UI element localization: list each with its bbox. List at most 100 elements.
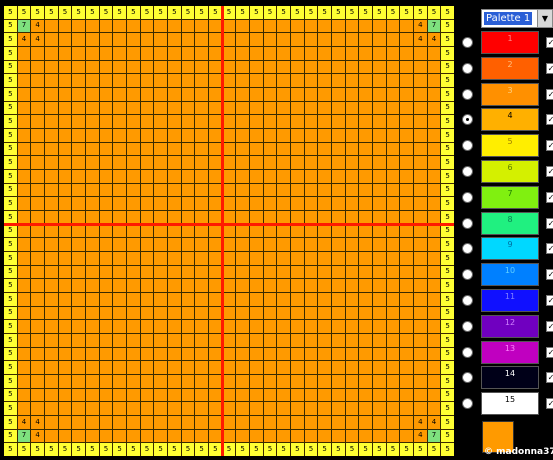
grid-cell[interactable] <box>154 429 167 443</box>
grid-cell[interactable] <box>113 429 126 443</box>
grid-cell[interactable] <box>58 252 72 265</box>
grid-cell[interactable] <box>427 334 441 347</box>
grid-cell[interactable]: 5 <box>4 6 17 19</box>
grid-cell[interactable] <box>427 361 441 374</box>
grid-cell[interactable] <box>277 101 290 115</box>
grid-cell[interactable] <box>427 238 441 251</box>
grid-cell[interactable]: 5 <box>441 361 454 374</box>
grid-cell[interactable] <box>45 224 58 238</box>
grid-cell[interactable]: 5 <box>17 443 31 456</box>
grid-cell[interactable] <box>291 402 304 415</box>
grid-cell[interactable] <box>195 238 208 251</box>
grid-cell[interactable] <box>181 265 195 279</box>
grid-cell[interactable] <box>195 375 208 388</box>
grid-cell[interactable] <box>86 361 99 374</box>
grid-cell[interactable] <box>263 279 277 292</box>
grid-cell[interactable] <box>72 238 85 251</box>
grid-cell[interactable] <box>345 183 359 197</box>
grid-cell[interactable] <box>236 224 249 238</box>
grid-cell[interactable] <box>127 224 140 238</box>
grid-cell[interactable] <box>332 334 345 347</box>
grid-cell[interactable] <box>277 60 290 74</box>
grid-cell[interactable] <box>250 33 263 46</box>
grid-cell[interactable]: 5 <box>441 197 454 210</box>
palette-checkbox-1[interactable]: ✓ <box>546 37 553 48</box>
grid-cell[interactable] <box>236 388 249 402</box>
grid-cell[interactable] <box>154 224 167 238</box>
grid-cell[interactable] <box>291 265 304 279</box>
grid-cell[interactable] <box>400 142 413 156</box>
grid-cell[interactable] <box>291 224 304 238</box>
grid-cell[interactable] <box>31 197 44 210</box>
grid-cell[interactable] <box>373 416 386 429</box>
grid-cell[interactable]: 5 <box>441 115 454 128</box>
grid-cell[interactable] <box>263 101 277 115</box>
grid-cell[interactable] <box>181 306 195 320</box>
grid-cell[interactable]: 5 <box>373 443 386 456</box>
grid-cell[interactable]: 5 <box>4 347 17 361</box>
grid-cell[interactable] <box>140 88 154 101</box>
grid-cell[interactable] <box>332 306 345 320</box>
grid-cell[interactable] <box>181 334 195 347</box>
grid-cell[interactable] <box>168 88 181 101</box>
grid-cell[interactable] <box>195 142 208 156</box>
grid-cell[interactable] <box>86 156 99 169</box>
grid-cell[interactable] <box>359 334 372 347</box>
grid-cell[interactable] <box>31 238 44 251</box>
grid-cell[interactable] <box>127 101 140 115</box>
grid-cell[interactable] <box>236 279 249 292</box>
grid-cell[interactable] <box>168 388 181 402</box>
grid-cell[interactable] <box>181 142 195 156</box>
grid-cell[interactable] <box>291 293 304 306</box>
grid-cell[interactable]: 5 <box>17 6 31 19</box>
grid-cell[interactable] <box>58 142 72 156</box>
grid-cell[interactable] <box>86 224 99 238</box>
grid-cell[interactable] <box>304 402 318 415</box>
grid-cell[interactable] <box>277 279 290 292</box>
grid-cell[interactable] <box>263 74 277 87</box>
palette-swatch-11[interactable]: 11 <box>481 289 539 312</box>
grid-cell[interactable] <box>86 142 99 156</box>
grid-cell[interactable] <box>45 197 58 210</box>
grid-cell[interactable] <box>359 320 372 333</box>
grid-cell[interactable]: 4 <box>31 19 44 33</box>
grid-cell[interactable] <box>359 293 372 306</box>
grid-cell[interactable] <box>414 293 427 306</box>
grid-cell[interactable]: 5 <box>441 156 454 169</box>
grid-cell[interactable] <box>140 429 154 443</box>
grid-cell[interactable] <box>140 238 154 251</box>
grid-cell[interactable] <box>31 320 44 333</box>
grid-cell[interactable] <box>277 183 290 197</box>
grid-cell[interactable] <box>263 402 277 415</box>
grid-cell[interactable] <box>168 347 181 361</box>
grid-cell[interactable] <box>250 60 263 74</box>
grid-cell[interactable] <box>31 279 44 292</box>
grid-cell[interactable] <box>304 19 318 33</box>
stitch-grid[interactable]: 5555555555555555555555555555555555744755… <box>4 6 454 456</box>
grid-cell[interactable] <box>140 47 154 60</box>
grid-cell[interactable] <box>263 429 277 443</box>
grid-cell[interactable] <box>58 347 72 361</box>
grid-cell[interactable] <box>140 265 154 279</box>
grid-cell[interactable] <box>359 265 372 279</box>
grid-cell[interactable] <box>113 88 126 101</box>
grid-cell[interactable] <box>277 170 290 183</box>
grid-cell[interactable] <box>400 19 413 33</box>
grid-cell[interactable] <box>373 306 386 320</box>
grid-cell[interactable] <box>99 252 113 265</box>
grid-cell[interactable] <box>17 252 31 265</box>
grid-cell[interactable] <box>414 197 427 210</box>
grid-cell[interactable] <box>127 293 140 306</box>
grid-cell[interactable]: 5 <box>181 443 195 456</box>
grid-cell[interactable]: 5 <box>4 88 17 101</box>
grid-cell[interactable] <box>277 129 290 142</box>
grid-cell[interactable] <box>181 402 195 415</box>
grid-cell[interactable] <box>195 88 208 101</box>
grid-cell[interactable]: 5 <box>441 443 454 456</box>
grid-cell[interactable]: 5 <box>441 265 454 279</box>
grid-cell[interactable] <box>99 347 113 361</box>
grid-cell[interactable] <box>263 197 277 210</box>
grid-cell[interactable] <box>72 334 85 347</box>
grid-cell[interactable]: 5 <box>441 347 454 361</box>
grid-cell[interactable] <box>263 416 277 429</box>
